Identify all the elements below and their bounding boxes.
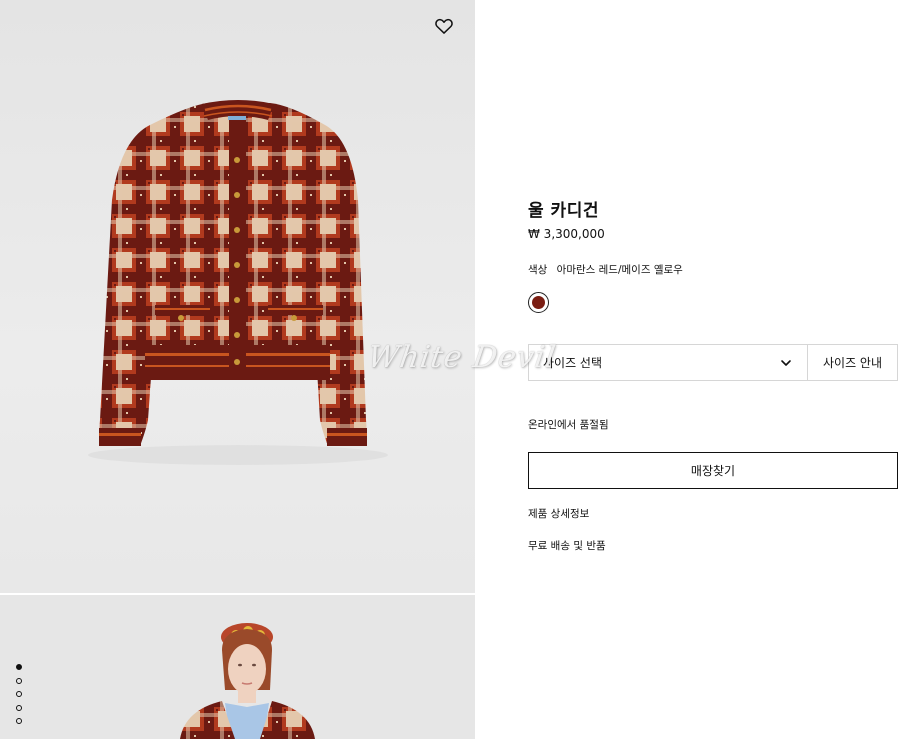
chevron-down-icon: [781, 360, 791, 366]
product-price: ₩ 3,300,000: [528, 227, 605, 241]
product-image-model[interactable]: [0, 595, 475, 739]
gallery-dot-5[interactable]: [16, 718, 22, 724]
gallery-dot-4[interactable]: [16, 704, 22, 711]
color-value: 아마란스 레드/메이즈 옐로우: [556, 264, 683, 276]
product-image-cardigan[interactable]: [0, 0, 475, 593]
product-title: 울 카디건: [528, 201, 599, 221]
cardigan-illustration: [88, 100, 388, 465]
size-guide-button[interactable]: 사이즈 안내: [807, 344, 898, 381]
size-select-dropdown[interactable]: 사이즈 선택: [528, 344, 808, 381]
product-detail-panel: 울 카디건 ₩ 3,300,000 색상 아마란스 레드/메이즈 옐로우 사이즈…: [475, 0, 900, 739]
color-swatch[interactable]: [528, 292, 549, 313]
gallery-pagination: [16, 664, 26, 732]
color-label: 색상: [528, 264, 548, 276]
product-gallery[interactable]: [0, 0, 475, 739]
shipping-returns-link[interactable]: 무료 배송 및 반품: [528, 538, 606, 553]
size-select-label: 사이즈 선택: [543, 356, 603, 370]
product-details-link[interactable]: 제품 상세정보: [528, 506, 589, 521]
find-store-button[interactable]: 매장찾기: [528, 452, 898, 489]
gallery-dot-1[interactable]: [16, 664, 22, 670]
color-info: 색상 아마란스 레드/메이즈 옐로우: [528, 262, 683, 277]
availability-status: 온라인에서 품절됨: [528, 419, 609, 431]
heart-icon[interactable]: [434, 16, 454, 36]
model-illustration: [180, 623, 315, 739]
gallery-dot-2[interactable]: [16, 677, 22, 684]
swatch-fill: [532, 296, 545, 309]
gallery-dot-3[interactable]: [16, 691, 22, 697]
